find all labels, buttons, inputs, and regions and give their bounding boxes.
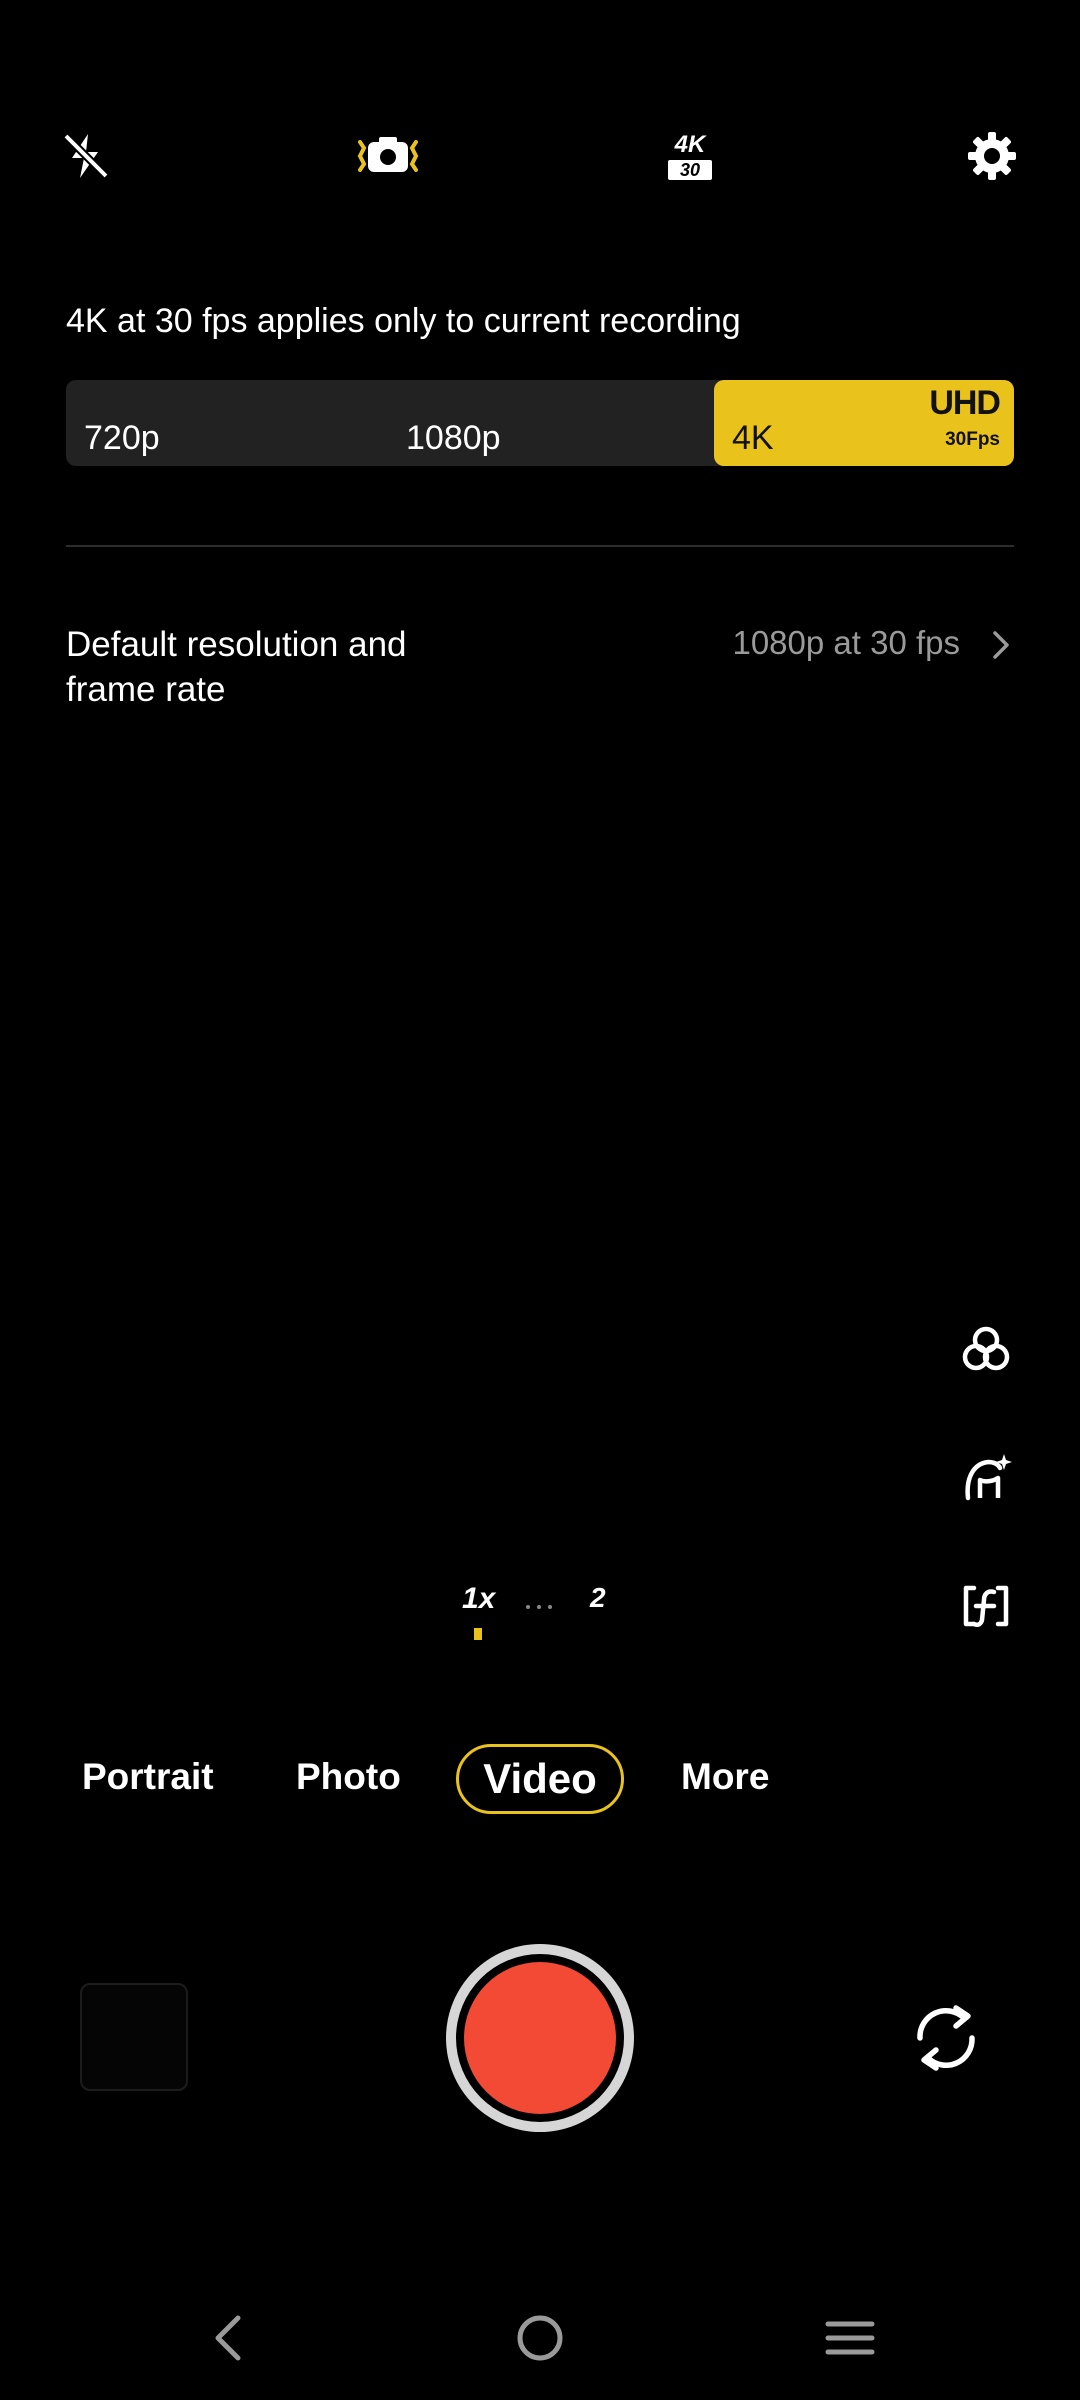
beauty-icon[interactable]: [950, 1442, 1022, 1514]
aperture-focus-icon[interactable]: [950, 1570, 1022, 1642]
quality-resolution-text: 4K: [674, 130, 706, 158]
mode-video[interactable]: Video: [456, 1744, 624, 1814]
recents-icon[interactable]: [818, 2306, 882, 2370]
stabilization-icon[interactable]: [352, 120, 424, 192]
uhd-badge-label: UHD: [929, 384, 1001, 422]
gallery-thumbnail[interactable]: [80, 1983, 188, 2091]
mode-more[interactable]: More: [681, 1756, 769, 1798]
record-button-core: [464, 1962, 616, 2114]
home-icon[interactable]: [508, 2306, 572, 2370]
resolution-option-4k[interactable]: 4K UHD 30Fps: [714, 380, 1014, 466]
resolution-notice: 4K at 30 fps applies only to current rec…: [66, 302, 741, 340]
back-icon[interactable]: [196, 2306, 260, 2370]
uhd-badge-fps: 30Fps: [945, 429, 1000, 450]
switch-camera-icon[interactable]: [906, 1998, 986, 2078]
default-resolution-label[interactable]: Default resolution and frame rate: [66, 622, 496, 712]
quality-fps-badge: 30: [667, 159, 713, 180]
zoom-option-2x[interactable]: 2: [590, 1582, 606, 1634]
flash-off-icon[interactable]: [50, 120, 122, 192]
resolution-option-1080p[interactable]: 1080p: [406, 380, 501, 466]
default-resolution-value[interactable]: 1080p at 30 fps: [732, 624, 960, 662]
divider: [66, 545, 1014, 547]
record-button[interactable]: [446, 1944, 634, 2132]
settings-gear-icon[interactable]: [956, 120, 1028, 192]
resolution-option-720p[interactable]: 720p: [84, 380, 160, 466]
mode-portrait[interactable]: Portrait: [82, 1756, 214, 1798]
uhd-badge: UHD 30Fps: [929, 384, 1001, 450]
zoom-selected-indicator: [474, 1628, 482, 1640]
resolution-selector: 720p 1080p 4K UHD 30Fps: [66, 380, 1014, 466]
resolution-option-4k-label: 4K: [732, 419, 774, 457]
filters-icon[interactable]: [950, 1314, 1022, 1386]
zoom-dots: [524, 1598, 554, 1609]
zoom-option-1x[interactable]: 1x: [462, 1582, 495, 1634]
chevron-right-icon[interactable]: [988, 628, 1014, 662]
video-quality-4k30-icon[interactable]: 4K 30: [654, 120, 726, 192]
mode-photo[interactable]: Photo: [296, 1756, 401, 1798]
